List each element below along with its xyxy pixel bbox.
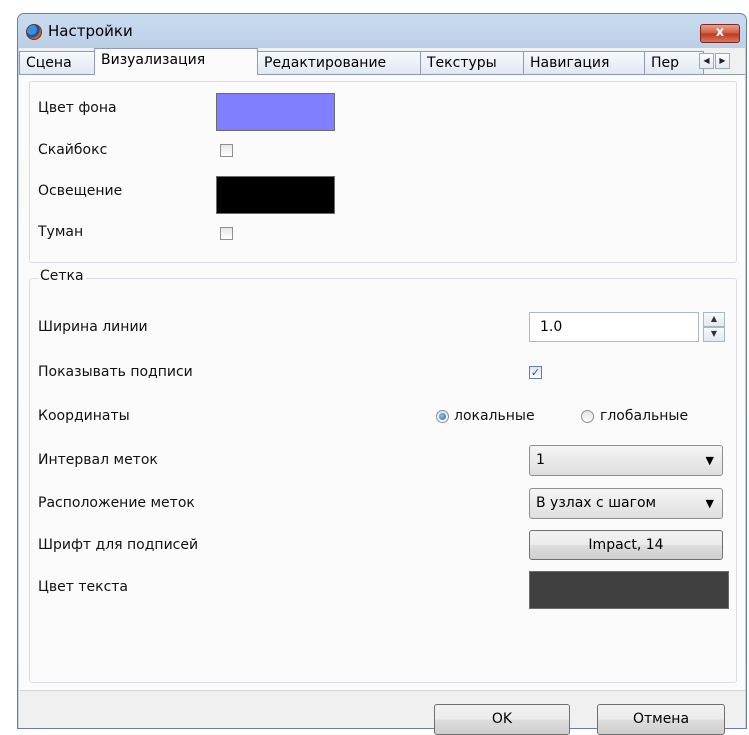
lighting-color-swatch[interactable]	[216, 176, 335, 214]
fog-label: Туман	[38, 224, 84, 240]
tab-visualization[interactable]: Визуализация	[94, 48, 258, 75]
fog-checkbox[interactable]	[220, 227, 233, 240]
label-font-label: Шрифт для подписей	[38, 537, 199, 553]
label-interval-label: Интервал меток	[38, 452, 158, 468]
grid-group: Сетка Ширина линии 1.0 ▲ ▼ Показывать по…	[29, 268, 737, 683]
text-color-label: Цвет текста	[38, 579, 128, 595]
grid-group-title: Сетка	[38, 268, 86, 284]
close-icon: x	[715, 25, 725, 40]
show-labels-label: Показывать подписи	[38, 364, 193, 380]
tab-truncated[interactable]: Пер	[644, 51, 704, 74]
label-font-button[interactable]: Impact, 14	[529, 530, 723, 560]
coordinates-global-radio[interactable]	[581, 410, 594, 423]
cancel-button[interactable]: Отмена	[597, 704, 725, 735]
label-interval-value: 1	[536, 452, 545, 468]
chevron-down-icon: ▼	[705, 454, 714, 467]
skybox-label: Скайбокс	[38, 142, 108, 158]
spin-down-icon[interactable]: ▼	[703, 327, 725, 342]
label-interval-select[interactable]: 1 ▼	[529, 445, 723, 476]
coordinates-label: Координаты	[38, 408, 130, 424]
label-placement-value: В узлах с шагом	[536, 495, 657, 511]
ok-button[interactable]: OK	[434, 704, 570, 735]
background-color-label: Цвет фона	[38, 100, 117, 116]
tab-editing[interactable]: Редактирование	[257, 51, 421, 74]
app-icon	[26, 24, 42, 40]
title-bar[interactable]: Настройки x	[18, 14, 746, 48]
background-color-swatch[interactable]	[216, 93, 335, 131]
chevron-down-icon: ▼	[705, 497, 714, 510]
tab-textures[interactable]: Текстуры	[420, 51, 524, 74]
visual-group: Цвет фона Скайбокс Освещение Туман	[29, 81, 737, 263]
coordinates-local-radio[interactable]	[436, 410, 449, 423]
show-labels-checkbox[interactable]: ✓	[529, 366, 542, 379]
visualization-panel: Цвет фона Скайбокс Освещение Туман Сетка…	[19, 74, 745, 691]
settings-window: Настройки x Сцена Визуализация Редактиро…	[17, 13, 747, 735]
tab-scene[interactable]: Сцена	[19, 51, 95, 74]
close-button[interactable]: x	[700, 24, 740, 43]
scroll-right-icon[interactable]: ▶	[715, 53, 730, 69]
line-width-input[interactable]: 1.0	[529, 312, 699, 342]
skybox-checkbox[interactable]	[220, 144, 233, 157]
dialog-client: Сцена Визуализация Редактирование Тексту…	[19, 48, 745, 735]
coordinates-local-label[interactable]: локальные	[454, 408, 535, 424]
scroll-left-icon[interactable]: ◀	[699, 53, 714, 69]
lighting-label: Освещение	[38, 183, 123, 199]
window-title: Настройки	[48, 22, 133, 40]
label-placement-label: Расположение меток	[38, 495, 195, 511]
tab-navigation[interactable]: Навигация	[523, 51, 645, 74]
label-placement-select[interactable]: В узлах с шагом ▼	[529, 488, 723, 519]
tab-bar: Сцена Визуализация Редактирование Тексту…	[19, 48, 745, 75]
footer-divider	[19, 690, 745, 691]
spin-up-icon[interactable]: ▲	[703, 312, 725, 327]
text-color-swatch[interactable]	[529, 571, 729, 609]
coordinates-global-label[interactable]: глобальные	[600, 408, 688, 424]
line-width-label: Ширина линии	[38, 319, 148, 335]
